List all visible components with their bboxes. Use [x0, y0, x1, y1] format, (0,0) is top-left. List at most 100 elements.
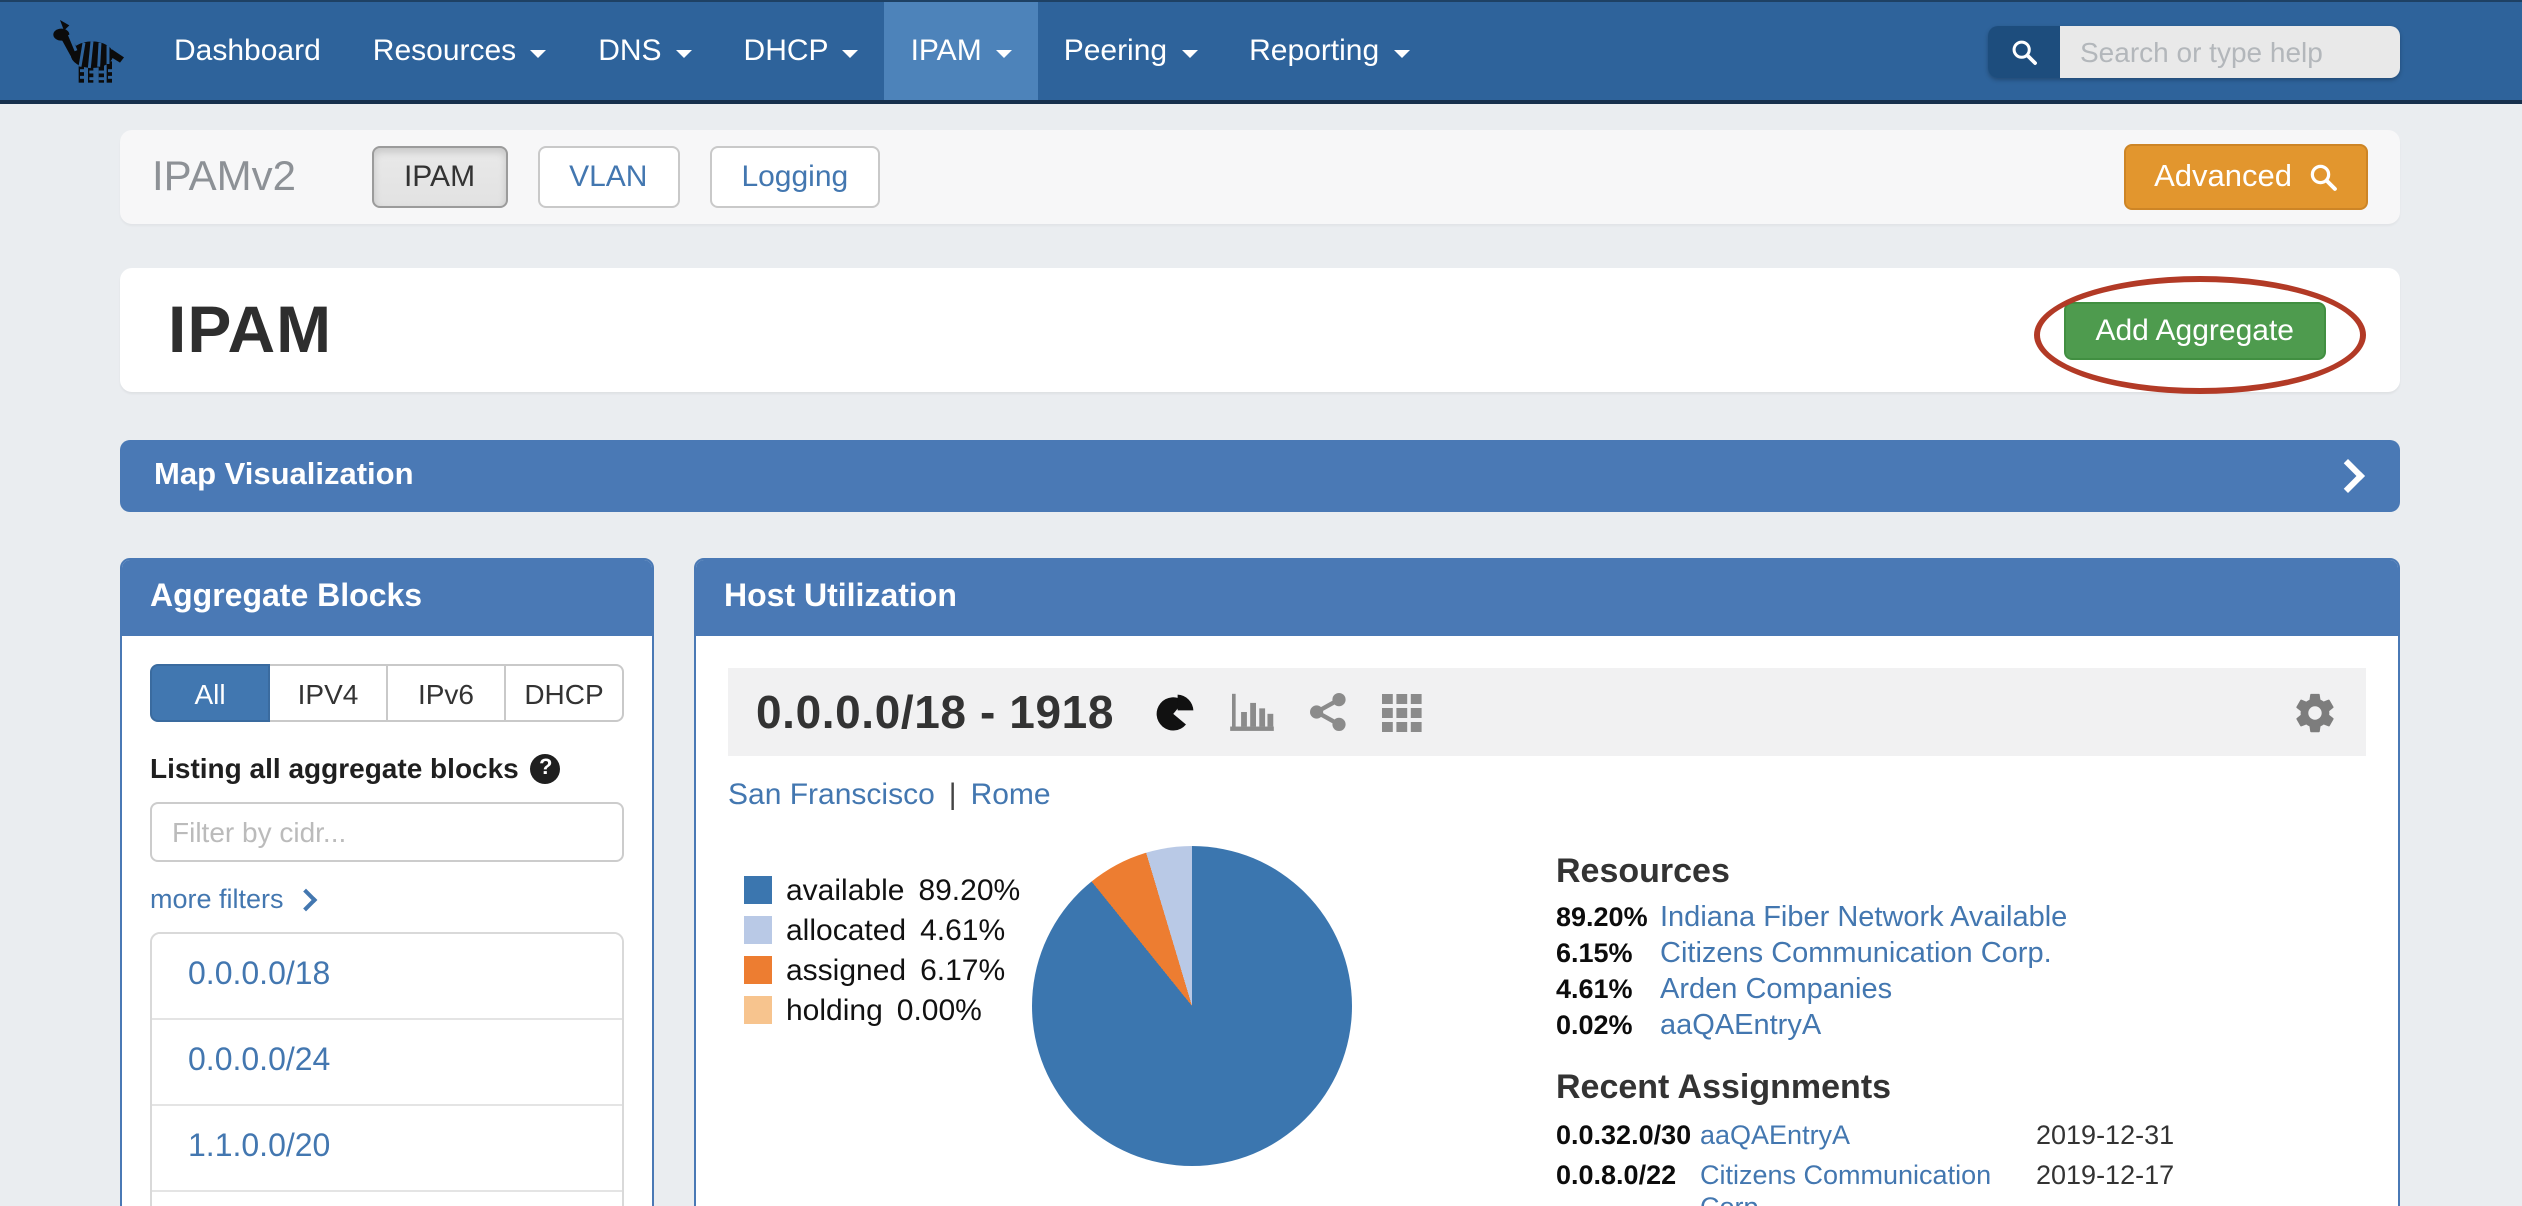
- aggregate-list-item[interactable]: 0.0.0.0/24: [152, 1018, 622, 1104]
- resources-rows: 89.20%Indiana Fiber Network Available 6.…: [1556, 904, 2356, 1040]
- aggregate-list-item[interactable]: 0.0.0.0/18: [152, 934, 622, 1018]
- chevron-right-icon: [2331, 459, 2365, 493]
- resource-row: 89.20%Indiana Fiber Network Available: [1556, 904, 2356, 932]
- cidr-filter-input[interactable]: [150, 802, 624, 862]
- nav-item-resources[interactable]: Resources: [347, 2, 572, 100]
- assignment-link[interactable]: aaQAEntryA: [1700, 1120, 2036, 1152]
- location-link-rome[interactable]: Rome: [971, 778, 1051, 812]
- panels-row: Aggregate Blocks All IPV4 IPv6 DHCP List…: [120, 558, 2400, 1206]
- section-toolbar: IPAMv2 IPAM VLAN Logging Advanced: [120, 130, 2400, 224]
- nav-item-label: DNS: [598, 34, 661, 68]
- filter-dhcp-button[interactable]: DHCP: [506, 664, 624, 722]
- advanced-label: Advanced: [2154, 159, 2292, 195]
- resource-link[interactable]: Indiana Fiber Network Available: [1660, 906, 2067, 932]
- recent-assignments-heading: Recent Assignments: [1556, 1068, 2356, 1108]
- resource-link[interactable]: Arden Companies: [1660, 978, 1892, 1004]
- nav-item-label: Reporting: [1249, 34, 1379, 68]
- search-icon: [2308, 162, 2338, 192]
- resource-row: 4.61%Arden Companies: [1556, 976, 2356, 1004]
- map-visualization-label: Map Visualization: [154, 458, 414, 494]
- aggregate-list-item[interactable]: 1.1.0.0/20: [152, 1104, 622, 1190]
- map-visualization-bar[interactable]: Map Visualization: [120, 440, 2400, 512]
- search-input[interactable]: [2060, 25, 2400, 77]
- pie-legend: available89.20% allocated4.61% assigned6…: [744, 870, 1020, 1030]
- advanced-search-button[interactable]: Advanced: [2124, 144, 2368, 210]
- resource-row: 0.02%aaQAEntryA: [1556, 1012, 2356, 1040]
- utilization-pie-chart: [1032, 846, 1352, 1166]
- nav-item-label: Dashboard: [174, 34, 321, 68]
- view-toggle-icons: [1154, 691, 1422, 733]
- tab-ipam[interactable]: IPAM: [372, 146, 507, 208]
- host-utilization-header: Host Utilization: [696, 560, 2398, 636]
- legend-swatch: [744, 956, 772, 984]
- nav-item-label: Resources: [373, 34, 516, 68]
- aggregate-list: 0.0.0.0/18 0.0.0.0/24 1.1.0.0/20: [150, 932, 624, 1206]
- nav-item-label: IPAM: [911, 34, 982, 68]
- block-title-bar: 0.0.0.0/18 - 1918: [728, 668, 2366, 756]
- recent-assignments-block: Recent Assignments 0.0.32.0/30aaQAEntryA…: [1556, 1068, 2356, 1206]
- add-aggregate-button[interactable]: Add Aggregate: [2063, 302, 2326, 360]
- assignment-row: 0.0.32.0/30aaQAEntryA2019-12-31: [1556, 1120, 2356, 1152]
- utilization-content: available89.20% allocated4.61% assigned6…: [696, 812, 2398, 1206]
- resource-link[interactable]: Citizens Communication Corp.: [1660, 942, 2052, 968]
- page-header-card: IPAM Add Aggregate: [120, 268, 2400, 392]
- top-navbar: Dashboard Resources DNS DHCP IPAM Peerin…: [0, 0, 2522, 104]
- location-links: San Franscisco | Rome: [728, 778, 2366, 812]
- zebra-logo-icon[interactable]: [48, 2, 128, 100]
- recent-assignments-rows: 0.0.32.0/30aaQAEntryA2019-12-31 0.0.8.0/…: [1556, 1120, 2356, 1206]
- nav-item-label: DHCP: [744, 34, 829, 68]
- filter-ipv4-button[interactable]: IPV4: [270, 664, 388, 722]
- filter-all-button[interactable]: All: [150, 664, 270, 722]
- more-filters-link[interactable]: more filters: [150, 884, 624, 914]
- search-icon: [2010, 37, 2038, 65]
- more-filters-label: more filters: [150, 884, 284, 914]
- legend-swatch: [744, 876, 772, 904]
- nav-item-reporting[interactable]: Reporting: [1223, 2, 1435, 100]
- nav-item-dashboard[interactable]: Dashboard: [148, 2, 347, 100]
- aggregate-blocks-header: Aggregate Blocks: [122, 560, 652, 636]
- section-title: IPAMv2: [152, 153, 296, 201]
- pie-chart-icon[interactable]: [1154, 691, 1196, 733]
- nav-item-peering[interactable]: Peering: [1038, 2, 1223, 100]
- listing-label-row: Listing all aggregate blocks ?: [150, 752, 624, 784]
- settings-gear-icon[interactable]: [2292, 689, 2338, 735]
- legend-item-holding: holding0.00%: [744, 990, 1020, 1030]
- location-link-san-franscisco[interactable]: San Franscisco: [728, 778, 935, 812]
- grid-view-icon[interactable]: [1382, 692, 1422, 732]
- tab-logging[interactable]: Logging: [709, 146, 880, 208]
- legend-item-available: available89.20%: [744, 870, 1020, 910]
- legend-swatch: [744, 996, 772, 1024]
- filter-ipv6-button[interactable]: IPv6: [388, 664, 506, 722]
- block-title: 0.0.0.0/18 - 1918: [756, 685, 1114, 739]
- aggregate-blocks-body: All IPV4 IPv6 DHCP Listing all aggregate…: [122, 636, 652, 1206]
- assignment-link[interactable]: Citizens Communication Corp.: [1700, 1160, 2036, 1206]
- legend-item-assigned: assigned6.17%: [744, 950, 1020, 990]
- bar-chart-icon[interactable]: [1230, 692, 1274, 732]
- listing-label: Listing all aggregate blocks: [150, 752, 519, 784]
- resource-link[interactable]: aaQAEntryA: [1660, 1014, 1821, 1040]
- link-separator: |: [949, 778, 957, 812]
- nav-item-ipam[interactable]: IPAM: [885, 2, 1038, 100]
- nav-item-dhcp[interactable]: DHCP: [718, 2, 885, 100]
- resource-row: 6.15%Citizens Communication Corp.: [1556, 940, 2356, 968]
- legend-item-allocated: allocated4.61%: [744, 910, 1020, 950]
- page-title: IPAM: [168, 292, 332, 368]
- assignment-row: 0.0.8.0/22Citizens Communication Corp.20…: [1556, 1160, 2356, 1206]
- caret-down-icon: [1393, 49, 1409, 57]
- nav-item-label: Peering: [1064, 34, 1167, 68]
- caret-down-icon: [676, 49, 692, 57]
- help-question-icon[interactable]: ?: [531, 753, 561, 783]
- host-utilization-panel: Host Utilization 0.0.0.0/18 - 1918: [694, 558, 2400, 1206]
- aggregate-type-filter-group: All IPV4 IPv6 DHCP: [150, 664, 624, 722]
- aggregate-list-item-cutoff[interactable]: [152, 1190, 622, 1206]
- nav-menu: Dashboard Resources DNS DHCP IPAM Peerin…: [148, 2, 1435, 100]
- tab-vlan[interactable]: VLAN: [537, 146, 679, 208]
- share-icon[interactable]: [1308, 692, 1348, 732]
- legend-swatch: [744, 916, 772, 944]
- search-button[interactable]: [1988, 25, 2060, 77]
- resources-heading: Resources: [1556, 852, 2356, 892]
- page-content: IPAMv2 IPAM VLAN Logging Advanced IPAM A…: [120, 130, 2400, 1206]
- caret-down-icon: [996, 49, 1012, 57]
- nav-item-dns[interactable]: DNS: [572, 2, 717, 100]
- aggregate-blocks-panel: Aggregate Blocks All IPV4 IPv6 DHCP List…: [120, 558, 654, 1206]
